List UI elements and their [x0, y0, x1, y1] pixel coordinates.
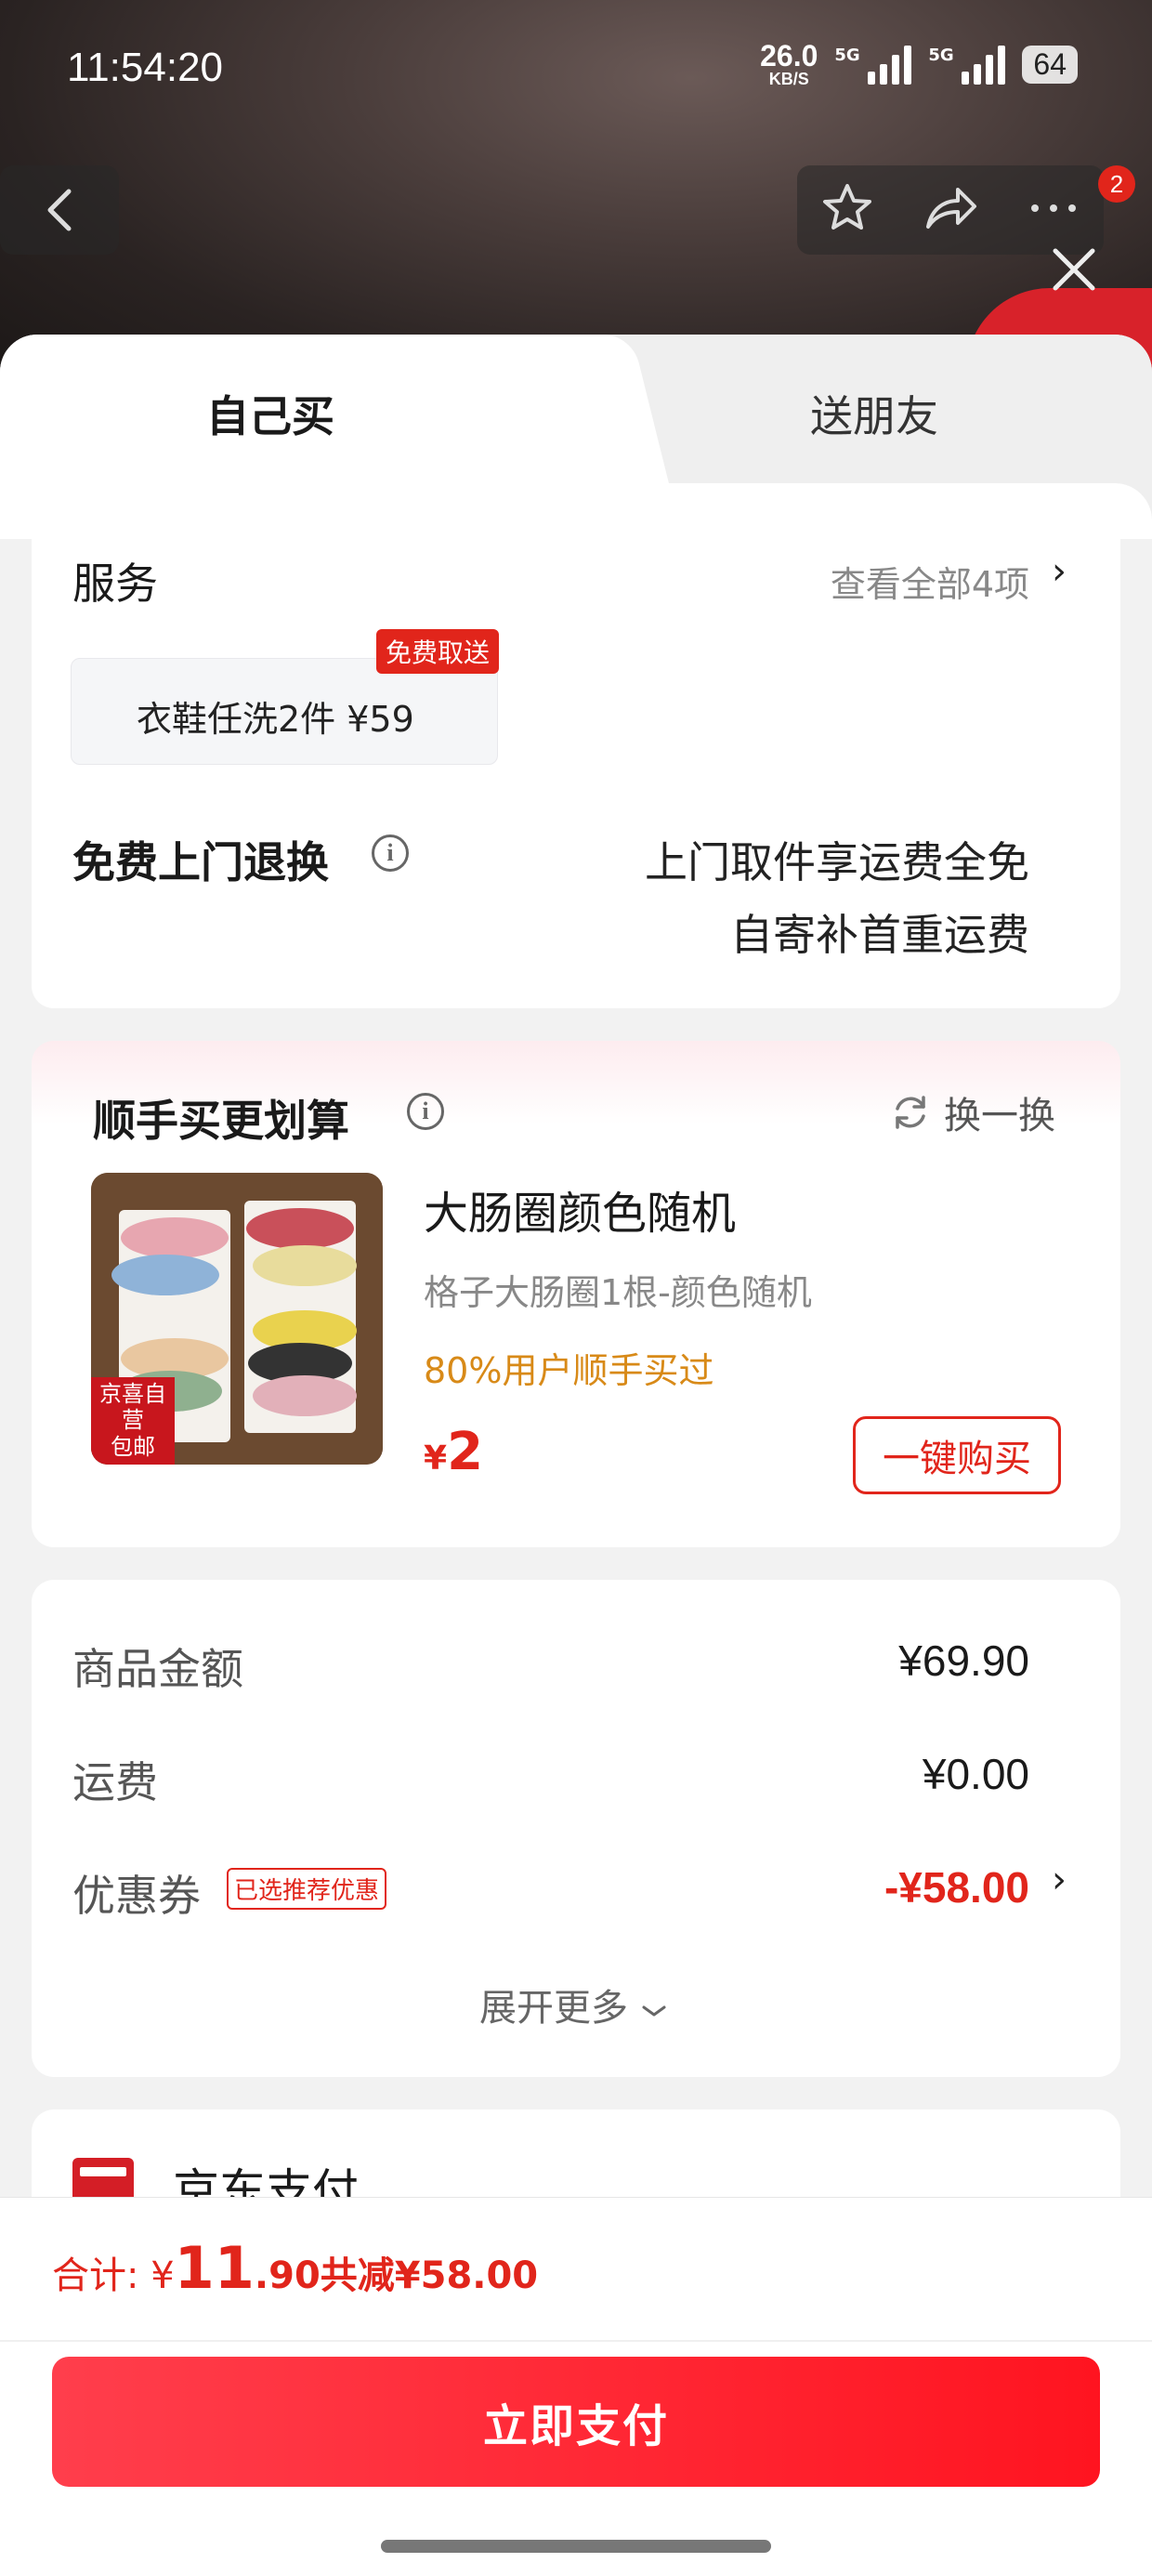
total-summary: 合计: ¥11.90 共减¥58.00 [52, 2234, 538, 2302]
swap-label: 换一换 [944, 1095, 1055, 1137]
price-value: 2 [447, 1422, 484, 1482]
purchase-tabs: 自己买 送朋友 [0, 335, 1152, 539]
shipping-value: ¥0.00 [922, 1750, 1029, 1798]
goods-amount-label: 商品金额 [72, 1644, 243, 1694]
tab-self[interactable]: 自己买 [206, 383, 334, 444]
refresh-icon [896, 1096, 925, 1129]
share-icon[interactable] [921, 180, 980, 240]
close-icon[interactable] [1048, 243, 1100, 296]
divider [0, 2340, 1152, 2342]
signal-icon-2: 5G [928, 44, 1006, 85]
image-tag-line2: 包邮 [111, 1434, 155, 1461]
coupon-recommended-tag: 已选推荐优惠 [227, 1868, 387, 1910]
info-icon[interactable]: i [372, 835, 409, 872]
price-currency: ¥ [424, 1439, 448, 1478]
goods-amount-value: ¥69.90 [898, 1636, 1029, 1685]
chevron-left-icon [47, 189, 72, 231]
coupon-value[interactable]: -¥58.00 [884, 1862, 1029, 1912]
network-speed-value: 26.0 [760, 39, 818, 72]
total-integer: 11 [174, 2234, 255, 2302]
shipping-label: 运费 [72, 1757, 158, 1807]
chevron-down-icon [642, 2005, 666, 2017]
status-time: 11:54:20 [67, 45, 224, 90]
view-all-services-link[interactable]: 查看全部4项 [831, 556, 1029, 607]
signal-icon: 5G [834, 44, 912, 85]
return-info-line1: 上门取件享运费全免 [645, 837, 1029, 887]
free-pickup-tag: 免费取送 [375, 629, 499, 674]
product-hint: 80%用户顺手买过 [424, 1350, 714, 1391]
image-tag-line1: 京喜自营 [99, 1380, 166, 1434]
one-click-buy-button[interactable]: 一键购买 [853, 1416, 1061, 1494]
product-description: 格子大肠圈1根-颜色随机 [424, 1272, 812, 1313]
total-reduced: 共减¥58.00 [320, 2254, 539, 2297]
signal-label: 5G [834, 46, 860, 65]
signal-label-2: 5G [928, 46, 954, 65]
coupon-label: 优惠券 [72, 1871, 201, 1921]
service-chip-text: 衣鞋任洗2件 ¥59 [137, 699, 414, 740]
service-chip[interactable]: 衣鞋任洗2件 ¥59 免费取送 [71, 629, 499, 765]
service-title: 服务 [72, 559, 158, 609]
product-image-tag: 京喜自营 包邮 [91, 1376, 175, 1465]
free-return-title: 免费上门退换 [72, 837, 329, 887]
back-button[interactable] [0, 165, 119, 255]
tab-friend[interactable]: 送朋友 [810, 383, 938, 444]
notification-badge: 2 [1098, 165, 1135, 203]
status-bar: 11:54:20 26.0 KB/S 5G 5G 64 [0, 0, 1152, 139]
upsell-title: 顺手买更划算 [93, 1096, 349, 1146]
star-icon[interactable] [819, 180, 875, 240]
total-decimal: .90 [254, 2254, 321, 2297]
chevron-right-icon[interactable]: › [1052, 550, 1067, 593]
product-price: ¥2 [424, 1422, 483, 1482]
top-action-group [797, 165, 1104, 255]
expand-more-label: 展开更多 [479, 1987, 628, 2030]
swap-button[interactable]: 换一换 [890, 1085, 1055, 1139]
home-indicator[interactable] [381, 2540, 771, 2553]
network-speed: 26.0 KB/S [760, 41, 818, 87]
return-info-line2: 自寄补首重运费 [730, 910, 1029, 960]
expand-more-button[interactable]: 展开更多 [479, 1978, 668, 2031]
product-name[interactable]: 大肠圈颜色随机 [424, 1176, 736, 1242]
product-thumbnail[interactable]: 京喜自营 包邮 [91, 1173, 383, 1465]
battery-icon: 64 [1022, 45, 1078, 84]
network-speed-unit: KB/S [768, 70, 809, 88]
coupon-chevron-icon[interactable]: › [1052, 1859, 1067, 1901]
upsell-info-icon[interactable]: i [407, 1093, 444, 1130]
pay-now-button[interactable]: 立即支付 [52, 2357, 1100, 2487]
status-indicators: 26.0 KB/S 5G 5G 64 [760, 41, 1078, 87]
more-icon[interactable] [1026, 199, 1081, 221]
total-label: 合计: ¥ [52, 2254, 175, 2297]
